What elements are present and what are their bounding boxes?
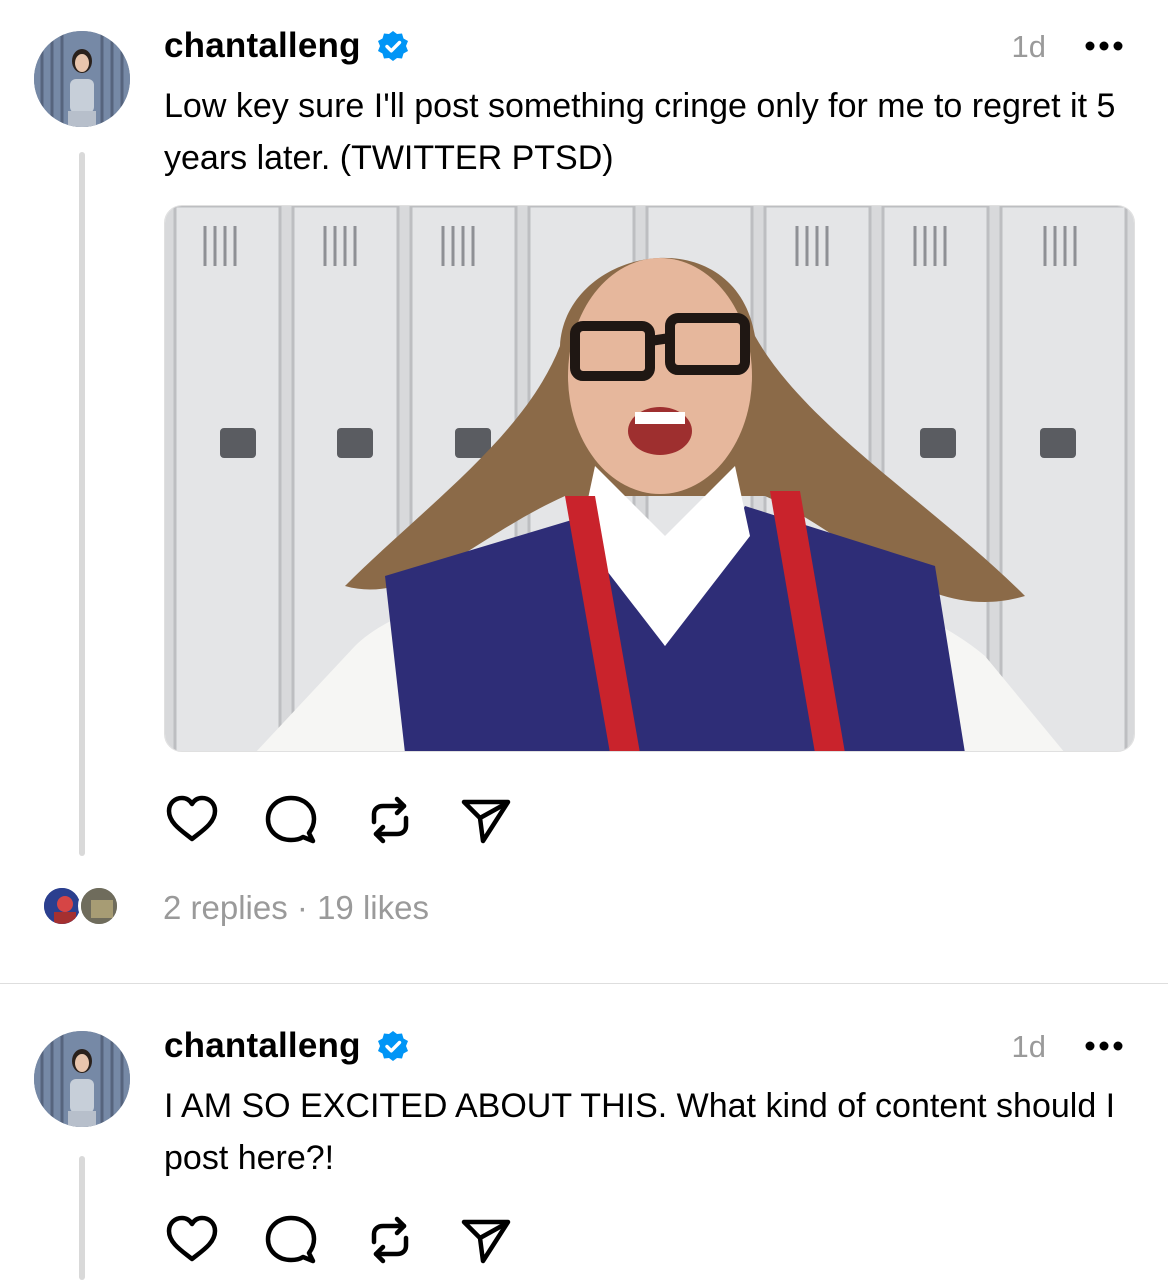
more-options-icon[interactable] xyxy=(1084,40,1124,52)
post-actions xyxy=(164,1212,524,1272)
avatar[interactable] xyxy=(34,31,130,127)
send-icon[interactable] xyxy=(458,1212,514,1268)
stats-separator: · xyxy=(296,889,308,926)
thread-post: chantalleng 1d Low key sure I'll post so… xyxy=(0,0,1168,983)
reply-avatar xyxy=(78,885,120,927)
avatar-image xyxy=(34,31,130,127)
post-media-image[interactable] xyxy=(164,205,1135,752)
comment-icon[interactable] xyxy=(263,792,319,848)
verified-badge-icon xyxy=(378,1031,408,1061)
heart-icon[interactable] xyxy=(164,1212,220,1268)
thread-line xyxy=(79,1156,85,1280)
replies-count[interactable]: 2 replies xyxy=(163,889,288,926)
post-actions xyxy=(164,792,524,852)
avatar-image xyxy=(34,1031,130,1127)
post-time: 1d xyxy=(1011,1029,1046,1064)
username[interactable]: chantalleng xyxy=(164,28,361,63)
repost-icon[interactable] xyxy=(362,792,418,848)
likes-count[interactable]: 19 likes xyxy=(317,889,429,926)
post-text: I AM SO EXCITED ABOUT THIS. What kind of… xyxy=(164,1087,1116,1177)
post-stats[interactable]: 2 replies · 19 likes xyxy=(163,888,429,928)
post-text: Low key sure I'll post something cringe … xyxy=(164,87,1116,177)
send-icon[interactable] xyxy=(458,792,514,848)
username[interactable]: chantalleng xyxy=(164,1028,361,1063)
heart-icon[interactable] xyxy=(164,792,220,848)
avatar[interactable] xyxy=(34,1031,130,1127)
repost-icon[interactable] xyxy=(362,1212,418,1268)
verified-badge-icon xyxy=(378,31,408,61)
thread-line xyxy=(79,152,85,856)
reply-avatar xyxy=(41,885,83,927)
media-illustration xyxy=(165,206,1134,751)
more-options-icon[interactable] xyxy=(1084,1040,1124,1052)
post-time: 1d xyxy=(1011,29,1046,64)
comment-icon[interactable] xyxy=(263,1212,319,1268)
thread-post: chantalleng 1d I AM SO EXCITED ABOUT THI… xyxy=(0,984,1168,1280)
